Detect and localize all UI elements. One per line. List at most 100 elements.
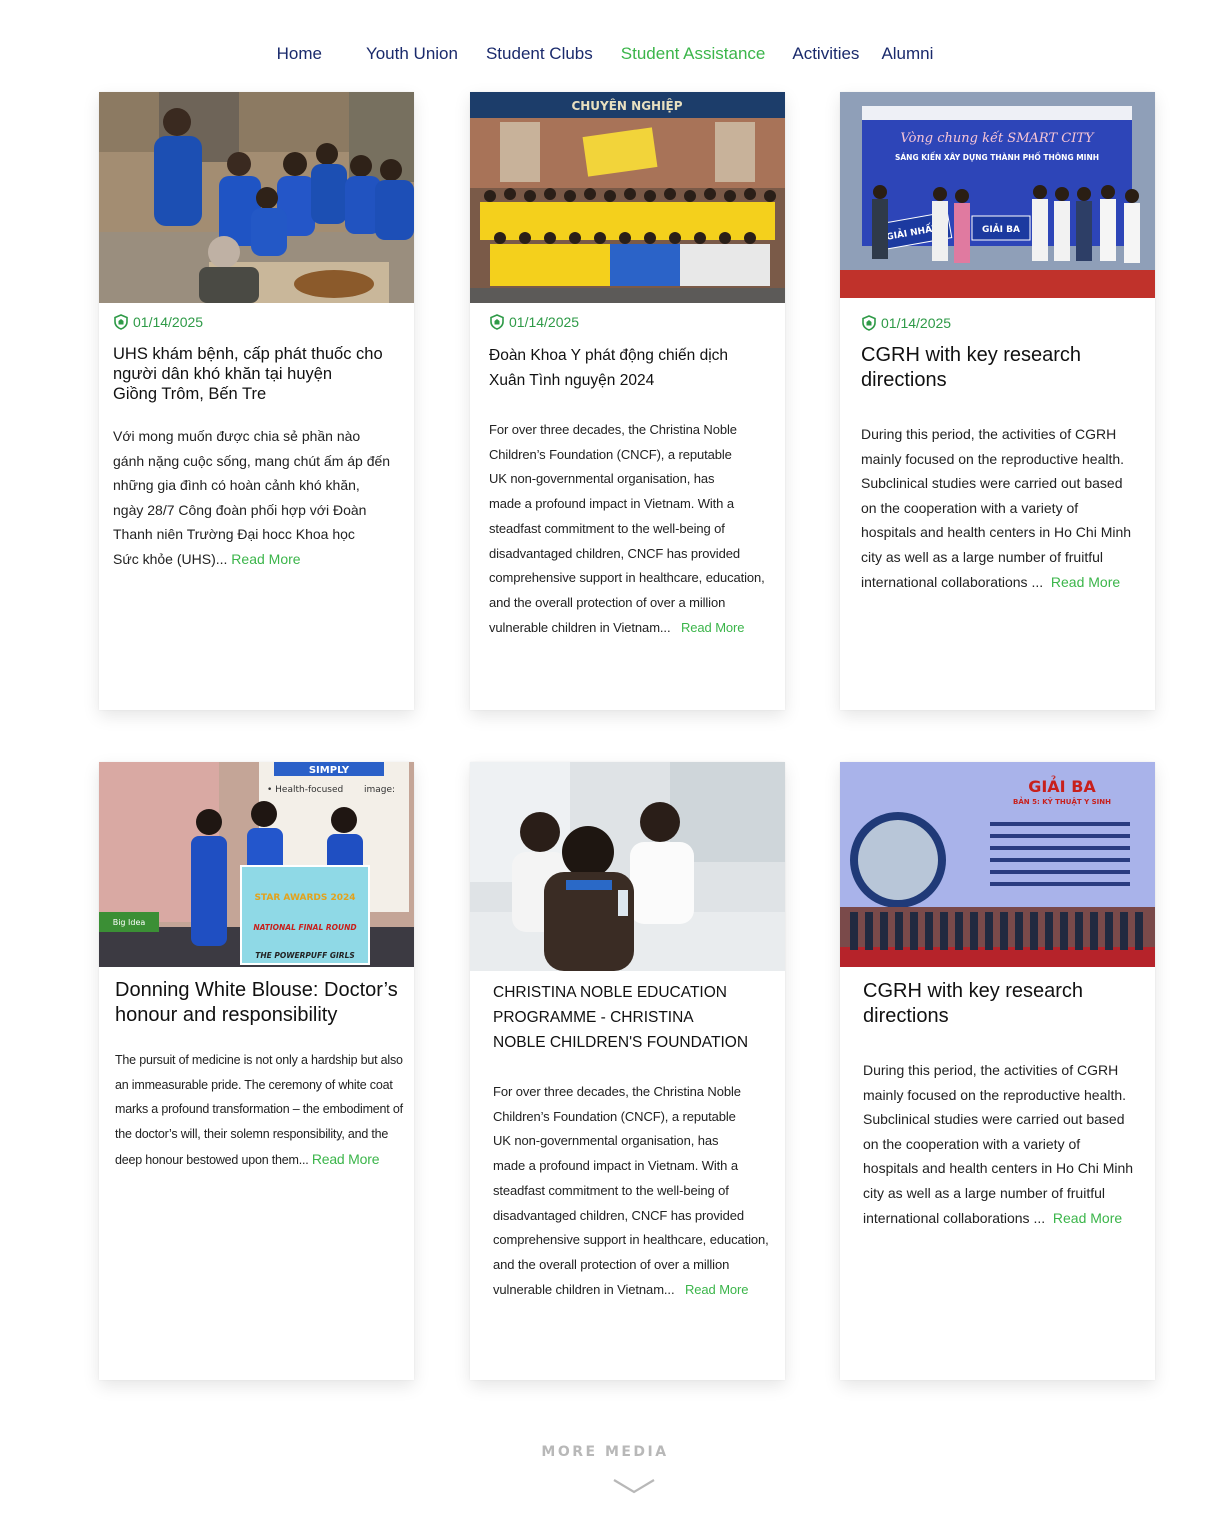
excerpt-line: marks a profound transformation – the em… (115, 1102, 403, 1117)
news-card[interactable]: Vòng chung kết SMART CITY SÁNG KIẾN XÂY … (840, 92, 1155, 710)
more-media-button[interactable]: MORE MEDIA (0, 1444, 1210, 1460)
excerpt-line: Children’s Foundation (CNCF), a reputabl… (493, 1108, 736, 1124)
nav-youth-union[interactable]: Youth Union (366, 44, 458, 64)
excerpt-line: hospitals and health centers in Ho Chi M… (861, 524, 1132, 541)
excerpt-line: Subclinical studies were carried out bas… (863, 1111, 1125, 1128)
card-title-line: PROGRAMME - CHRISTINA (493, 1009, 694, 1026)
excerpt-line: steadfast commitment to the well-being o… (493, 1182, 729, 1198)
card-title-line: CGRH with key research (863, 980, 1084, 1002)
excerpt-line: The pursuit of medicine is not only a ha… (115, 1053, 403, 1067)
card-excerpt: During this period, the activities of CG… (861, 422, 1155, 594)
excerpt-line: vulnerable children in Vietnam... (493, 1281, 685, 1297)
photo-bullet-text: • Health-focused (267, 785, 343, 795)
news-card[interactable]: 01/14/2025 UHS khám bệnh, cấp phát thuốc… (99, 92, 414, 710)
news-card[interactable]: CHUYÊN NGHIỆP 01/14/2025 Đoàn Khoa Y phá… (470, 92, 785, 710)
excerpt-line: disadvantaged children, CNCF has provide… (489, 545, 740, 561)
excerpt-line: disadvantaged children, CNCF has provide… (493, 1207, 744, 1223)
card-photo[interactable]: SIMPLY • Health-focused image: Big Idea … (99, 762, 414, 967)
card-title-line: honour and responsibility (115, 1004, 338, 1026)
nav-activities[interactable]: Activities (792, 44, 859, 64)
card-title[interactable]: CGRH with key research directions (861, 343, 1155, 393)
excerpt-line: steadfast commitment to the well-being o… (489, 520, 725, 536)
card-title-line: CHRISTINA NOBLE EDUCATION (493, 984, 727, 1001)
photo-idea-text: Big Idea (113, 918, 146, 927)
nav-home[interactable]: Home (277, 44, 322, 64)
card-title[interactable]: CHRISTINA NOBLE EDUCATION PROGRAMME - CH… (493, 980, 785, 1055)
card-photo[interactable]: CHUYÊN NGHIỆP (470, 92, 785, 303)
card-excerpt: For over three decades, the Christina No… (493, 1080, 785, 1302)
excerpt-line: vulnerable children in Vietnam... (489, 619, 681, 635)
excerpt-line: comprehensive support in healthcare, edu… (493, 1232, 769, 1248)
excerpt-line: mainly focused on the reproductive healt… (863, 1086, 1127, 1103)
shield-badge-icon (114, 314, 128, 330)
shield-badge-icon (490, 314, 504, 330)
card-title[interactable]: UHS khám bệnh, cấp phát thuốc cho người … (113, 344, 414, 404)
news-card[interactable]: CHRISTINA NOBLE EDUCATION PROGRAMME - CH… (470, 762, 785, 1380)
read-more-link[interactable]: Read More (1053, 1210, 1122, 1226)
read-more-link[interactable]: Read More (685, 1282, 749, 1297)
excerpt-line: comprehensive support in healthcare, edu… (489, 570, 765, 586)
excerpt-line: made a profound impact in Vietnam. With … (489, 496, 734, 512)
card-body: 01/14/2025 UHS khám bệnh, cấp phát thuốc… (99, 314, 414, 572)
card-title[interactable]: Đoàn Khoa Y phát động chiến dịch Xuân Tì… (489, 343, 785, 393)
excerpt-line: Thanh niên Trường Đại hocc Khoa học (113, 526, 355, 543)
photo-caption-text: THE POWERPUFF GIRLS (255, 951, 355, 960)
card-photo[interactable]: GIẢI BA BẢN 5: KỸ THUẬT Y SINH (840, 762, 1155, 967)
excerpt-line: and the overall protection of over a mil… (493, 1256, 730, 1272)
card-excerpt: Với mong muốn được chia sẻ phần nào gánh… (113, 424, 414, 572)
card-body: Donning White Blouse: Doctor’s honour an… (99, 978, 414, 1173)
nav-student-clubs[interactable]: Student Clubs (486, 44, 593, 64)
post-date-text: 01/14/2025 (881, 315, 952, 331)
excerpt-line: international collaborations ... (863, 1209, 1053, 1226)
excerpt-line: international collaborations ... (861, 573, 1051, 590)
excerpt-line: For over three decades, the Christina No… (493, 1084, 741, 1099)
excerpt-line: UK non-governmental organisation, has (489, 471, 715, 487)
nav-student-assistance[interactable]: Student Assistance (621, 44, 766, 64)
post-date-text: 01/14/2025 (133, 314, 204, 330)
photo-image-text: image: (364, 785, 395, 795)
card-title[interactable]: CGRH with key research directions (863, 979, 1155, 1029)
read-more-link[interactable]: Read More (231, 551, 300, 567)
photo-banner-text: GIẢI BA (1028, 775, 1096, 796)
excerpt-line: an immeasurable pride. The ceremony of w… (115, 1077, 393, 1092)
chevron-down-icon[interactable] (612, 1476, 656, 1496)
read-more-link[interactable]: Read More (312, 1151, 380, 1167)
post-date: 01/14/2025 (113, 314, 414, 330)
post-date-text: 01/14/2025 (509, 314, 580, 330)
excerpt-line: deep honour bestowed upon them... (115, 1152, 312, 1167)
card-photo[interactable] (470, 762, 785, 971)
card-photo[interactable]: Vòng chung kết SMART CITY SÁNG KIẾN XÂY … (840, 92, 1155, 298)
photo-top-text: SIMPLY (309, 765, 350, 776)
card-excerpt: The pursuit of medicine is not only a ha… (115, 1048, 414, 1173)
card-title-line: directions (863, 1005, 949, 1027)
excerpt-line: and the overall protection of over a mil… (489, 594, 726, 610)
main-nav: Home Youth Union Student Clubs Student A… (0, 44, 1210, 64)
card-title-line: Donning White Blouse: Doctor’s (115, 979, 398, 1001)
excerpt-line: hospitals and health centers in Ho Chi M… (863, 1160, 1134, 1177)
photo-banner-text: Vòng chung kết SMART CITY (900, 130, 1095, 146)
excerpt-line: made a profound impact in Vietnam. With … (493, 1158, 738, 1174)
excerpt-line: on the cooperation with a variety of (861, 499, 1079, 516)
card-title-line: Đoàn Khoa Y phát động chiến dịch (489, 347, 729, 364)
card-title-line: người dân khó khăn tại huyện (113, 365, 333, 383)
read-more-link[interactable]: Read More (1051, 574, 1120, 590)
excerpt-line: During this period, the activities of CG… (861, 426, 1117, 442)
card-title[interactable]: Donning White Blouse: Doctor’s honour an… (115, 978, 414, 1028)
photo-sign-text: GIẢI BA (982, 223, 1020, 235)
excerpt-line: Với mong muốn được chia sẻ phần nào (113, 428, 361, 444)
card-title-line: CGRH with key research (861, 344, 1082, 366)
news-card[interactable]: SIMPLY • Health-focused image: Big Idea … (99, 762, 414, 1380)
nav-alumni[interactable]: Alumni (881, 44, 933, 64)
photo-banner-text: CHUYÊN NGHIỆP (571, 98, 682, 113)
excerpt-line: city as well as a large number of fruitf… (863, 1184, 1105, 1201)
card-photo[interactable] (99, 92, 414, 303)
excerpt-line: ngày 28/7 Công đoàn phối hợp với Đoàn (113, 501, 367, 518)
photo-sub-text: SÁNG KIẾN XÂY DỰNG THÀNH PHỐ THÔNG MINH (895, 152, 1099, 162)
post-date: 01/14/2025 (489, 314, 785, 330)
card-title-line: NOBLE CHILDREN'S FOUNDATION (493, 1034, 749, 1051)
read-more-link[interactable]: Read More (681, 620, 745, 635)
excerpt-line: on the cooperation with a variety of (863, 1135, 1081, 1152)
card-title-line: directions (861, 369, 947, 391)
excerpt-line: những gia đình có hoàn cảnh khó khăn, (113, 477, 360, 494)
news-card[interactable]: GIẢI BA BẢN 5: KỸ THUẬT Y SINH CGRH with… (840, 762, 1155, 1380)
